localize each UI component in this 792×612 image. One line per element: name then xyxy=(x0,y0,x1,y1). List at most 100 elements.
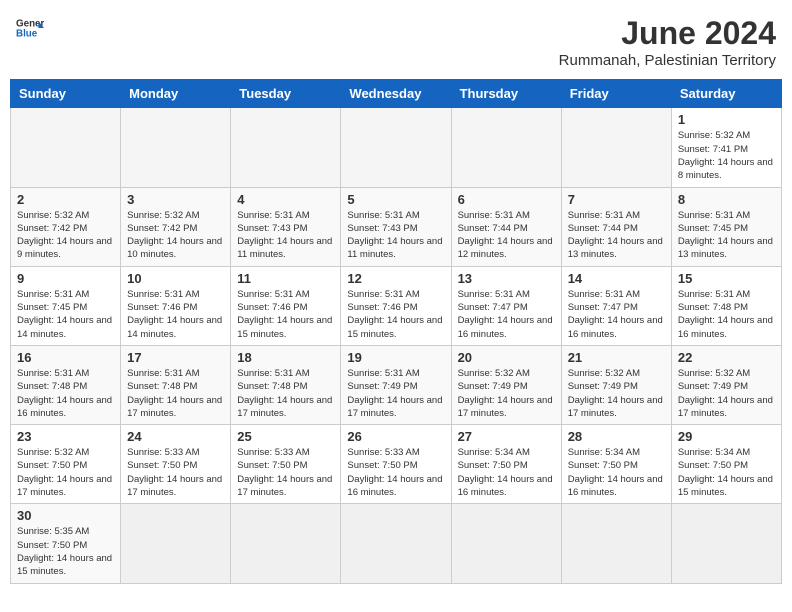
day-info: Sunrise: 5:31 AMSunset: 7:48 PMDaylight:… xyxy=(127,367,224,420)
calendar-day-cell: 30 Sunrise: 5:35 AMSunset: 7:50 PMDayligh… xyxy=(11,504,121,583)
calendar-day-cell: 20Sunrise: 5:32 AMSunset: 7:49 PMDayligh… xyxy=(451,345,561,424)
calendar-week-row: 1 Sunrise: 5:32 AMSunset: 7:41 PMDaylight… xyxy=(11,108,782,187)
calendar-day-cell: 28 Sunrise: 5:34 AMSunset: 7:50 PMDayligh… xyxy=(561,425,671,504)
day-number: 12 xyxy=(347,271,444,286)
calendar-day-cell: 14 Sunrise: 5:31 AMSunset: 7:47 PMDayligh… xyxy=(561,266,671,345)
calendar-day-cell xyxy=(121,108,231,187)
day-info: Sunrise: 5:31 AMSunset: 7:49 PMDaylight:… xyxy=(347,367,444,420)
weekday-header-wednesday: Wednesday xyxy=(341,80,451,108)
day-number: 17 xyxy=(127,350,224,365)
calendar-week-row: 2 Sunrise: 5:32 AMSunset: 7:42 PMDaylight… xyxy=(11,187,782,266)
day-number: 9 xyxy=(17,271,114,286)
day-number: 5 xyxy=(347,192,444,207)
calendar-day-cell: 27 Sunrise: 5:34 AMSunset: 7:50 PMDayligh… xyxy=(451,425,561,504)
calendar-day-cell: 2Sunrise: 5:32 AMSunset: 7:42 PMDaylight… xyxy=(11,187,121,266)
day-number: 21 xyxy=(568,350,665,365)
day-info: Sunrise: 5:33 AMSunset: 7:50 PMDaylight:… xyxy=(347,446,444,499)
calendar-day-cell: 11 Sunrise: 5:31 AMSunset: 7:46 PMDayligh… xyxy=(231,266,341,345)
day-info: Sunrise: 5:31 AMSunset: 7:44 PMDaylight:… xyxy=(458,209,555,262)
day-info: Sunrise: 5:31 AMSunset: 7:43 PMDaylight:… xyxy=(237,209,334,262)
calendar-day-cell xyxy=(561,504,671,583)
day-number: 15 xyxy=(678,271,775,286)
day-info: Sunrise: 5:31 AMSunset: 7:47 PMDaylight:… xyxy=(568,288,665,341)
page-subtitle: Rummanah, Palestinian Territory xyxy=(559,52,776,69)
day-number: 2 xyxy=(17,192,114,207)
calendar-day-cell: 22 Sunrise: 5:32 AMSunset: 7:49 PMDayligh… xyxy=(671,345,781,424)
calendar-day-cell: 17 Sunrise: 5:31 AMSunset: 7:48 PMDayligh… xyxy=(121,345,231,424)
day-info: Sunrise: 5:35 AMSunset: 7:50 PMDaylight:… xyxy=(17,525,114,578)
day-info: Sunrise: 5:31 AMSunset: 7:46 PMDaylight:… xyxy=(127,288,224,341)
calendar-week-row: 9 Sunrise: 5:31 AMSunset: 7:45 PMDaylight… xyxy=(11,266,782,345)
day-info: Sunrise: 5:32 AMSunset: 7:49 PMDaylight:… xyxy=(568,367,665,420)
calendar-day-cell: 25Sunrise: 5:33 AMSunset: 7:50 PMDayligh… xyxy=(231,425,341,504)
day-info: Sunrise: 5:31 AMSunset: 7:44 PMDaylight:… xyxy=(568,209,665,262)
day-number: 18 xyxy=(237,350,334,365)
calendar-day-cell: 26 Sunrise: 5:33 AMSunset: 7:50 PMDayligh… xyxy=(341,425,451,504)
day-info: Sunrise: 5:33 AMSunset: 7:50 PMDaylight:… xyxy=(237,446,334,499)
svg-text:Blue: Blue xyxy=(16,28,38,39)
logo: General Blue xyxy=(16,14,44,42)
calendar-day-cell xyxy=(121,504,231,583)
weekday-header-saturday: Saturday xyxy=(671,80,781,108)
calendar-day-cell xyxy=(451,504,561,583)
calendar-day-cell: 16Sunrise: 5:31 AMSunset: 7:48 PMDayligh… xyxy=(11,345,121,424)
weekday-header-sunday: Sunday xyxy=(11,80,121,108)
calendar-day-cell: 23Sunrise: 5:32 AMSunset: 7:50 PMDayligh… xyxy=(11,425,121,504)
day-number: 24 xyxy=(127,429,224,444)
calendar-day-cell xyxy=(11,108,121,187)
weekday-header-monday: Monday xyxy=(121,80,231,108)
page-title: June 2024 xyxy=(559,14,776,52)
day-info: Sunrise: 5:31 AMSunset: 7:47 PMDaylight:… xyxy=(458,288,555,341)
day-number: 14 xyxy=(568,271,665,286)
calendar-day-cell: 4 Sunrise: 5:31 AMSunset: 7:43 PMDaylight… xyxy=(231,187,341,266)
day-info: Sunrise: 5:31 AMSunset: 7:46 PMDaylight:… xyxy=(237,288,334,341)
calendar-day-cell: 13Sunrise: 5:31 AMSunset: 7:47 PMDayligh… xyxy=(451,266,561,345)
calendar-day-cell: 12Sunrise: 5:31 AMSunset: 7:46 PMDayligh… xyxy=(341,266,451,345)
weekday-header-row: SundayMondayTuesdayWednesdayThursdayFrid… xyxy=(11,80,782,108)
day-number: 1 xyxy=(678,112,775,127)
calendar-day-cell xyxy=(451,108,561,187)
calendar-day-cell: 8 Sunrise: 5:31 AMSunset: 7:45 PMDaylight… xyxy=(671,187,781,266)
day-info: Sunrise: 5:31 AMSunset: 7:45 PMDaylight:… xyxy=(678,209,775,262)
page-header: General Blue June 2024 Rummanah, Palesti… xyxy=(10,10,782,73)
day-info: Sunrise: 5:33 AMSunset: 7:50 PMDaylight:… xyxy=(127,446,224,499)
day-number: 30 xyxy=(17,508,114,523)
calendar-day-cell xyxy=(561,108,671,187)
calendar-day-cell xyxy=(231,108,341,187)
day-number: 7 xyxy=(568,192,665,207)
day-info: Sunrise: 5:32 AMSunset: 7:49 PMDaylight:… xyxy=(678,367,775,420)
day-info: Sunrise: 5:31 AMSunset: 7:48 PMDaylight:… xyxy=(237,367,334,420)
calendar-week-row: 23Sunrise: 5:32 AMSunset: 7:50 PMDayligh… xyxy=(11,425,782,504)
calendar-table: SundayMondayTuesdayWednesdayThursdayFrid… xyxy=(10,79,782,583)
day-number: 8 xyxy=(678,192,775,207)
title-block: June 2024 Rummanah, Palestinian Territor… xyxy=(559,14,776,69)
day-number: 10 xyxy=(127,271,224,286)
day-info: Sunrise: 5:32 AMSunset: 7:50 PMDaylight:… xyxy=(17,446,114,499)
day-number: 6 xyxy=(458,192,555,207)
day-number: 28 xyxy=(568,429,665,444)
calendar-day-cell xyxy=(341,504,451,583)
day-number: 11 xyxy=(237,271,334,286)
calendar-week-row: 30 Sunrise: 5:35 AMSunset: 7:50 PMDayligh… xyxy=(11,504,782,583)
calendar-day-cell: 9 Sunrise: 5:31 AMSunset: 7:45 PMDaylight… xyxy=(11,266,121,345)
day-info: Sunrise: 5:32 AMSunset: 7:42 PMDaylight:… xyxy=(127,209,224,262)
calendar-day-cell: 3Sunrise: 5:32 AMSunset: 7:42 PMDaylight… xyxy=(121,187,231,266)
logo-icon: General Blue xyxy=(16,14,44,42)
day-info: Sunrise: 5:34 AMSunset: 7:50 PMDaylight:… xyxy=(568,446,665,499)
day-info: Sunrise: 5:31 AMSunset: 7:45 PMDaylight:… xyxy=(17,288,114,341)
day-number: 26 xyxy=(347,429,444,444)
day-number: 29 xyxy=(678,429,775,444)
day-number: 4 xyxy=(237,192,334,207)
calendar-day-cell: 5Sunrise: 5:31 AMSunset: 7:43 PMDaylight… xyxy=(341,187,451,266)
calendar-day-cell: 1 Sunrise: 5:32 AMSunset: 7:41 PMDaylight… xyxy=(671,108,781,187)
day-info: Sunrise: 5:32 AMSunset: 7:41 PMDaylight:… xyxy=(678,129,775,182)
calendar-day-cell: 24 Sunrise: 5:33 AMSunset: 7:50 PMDayligh… xyxy=(121,425,231,504)
calendar-day-cell xyxy=(231,504,341,583)
day-number: 27 xyxy=(458,429,555,444)
day-number: 22 xyxy=(678,350,775,365)
day-info: Sunrise: 5:34 AMSunset: 7:50 PMDaylight:… xyxy=(458,446,555,499)
calendar-day-cell xyxy=(341,108,451,187)
weekday-header-friday: Friday xyxy=(561,80,671,108)
weekday-header-tuesday: Tuesday xyxy=(231,80,341,108)
day-number: 16 xyxy=(17,350,114,365)
